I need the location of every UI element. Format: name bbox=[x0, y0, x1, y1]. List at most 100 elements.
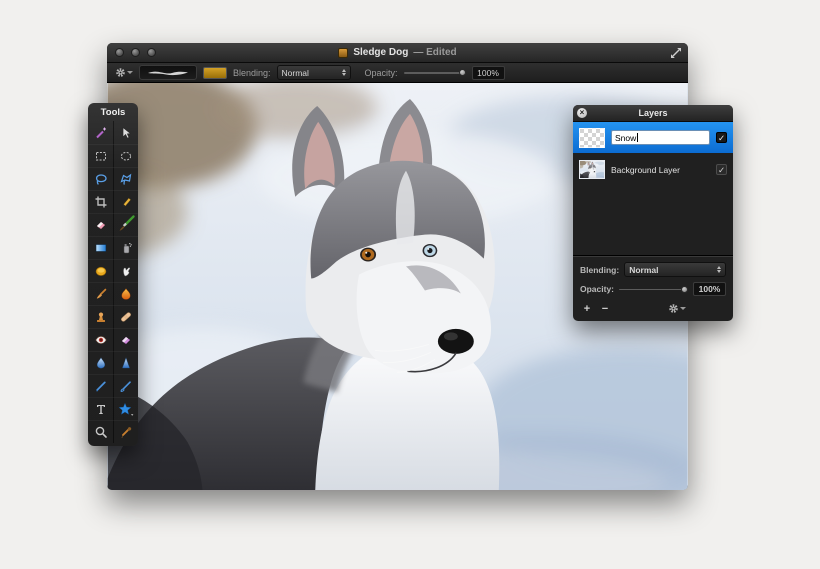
layer-thumbnail-photo bbox=[579, 160, 605, 179]
husky-thumbnail bbox=[580, 161, 604, 178]
remove-layer-button[interactable]: − bbox=[598, 302, 612, 315]
tool-eraser[interactable] bbox=[88, 213, 113, 236]
tools-palette: Tools bbox=[88, 103, 138, 446]
cone-icon bbox=[122, 357, 130, 369]
window-edited-suffix: — Edited bbox=[413, 47, 457, 58]
layers-blending-label: Blending: bbox=[580, 264, 620, 275]
tool-blur[interactable] bbox=[88, 351, 113, 374]
move-cursor-icon bbox=[122, 126, 132, 139]
tool-pen[interactable] bbox=[88, 374, 113, 397]
layers-panel-header[interactable]: × Layers bbox=[573, 105, 733, 122]
zoom-button[interactable] bbox=[147, 48, 156, 57]
slider-knob[interactable] bbox=[681, 285, 688, 293]
slider-track bbox=[403, 72, 466, 74]
tool-spray-can[interactable] bbox=[113, 236, 138, 259]
chevron-down-icon bbox=[127, 71, 133, 74]
tool-pencil[interactable] bbox=[113, 190, 138, 213]
layer-row-snow[interactable]: Snow ✓ bbox=[573, 122, 733, 153]
tool-rectangular-marquee[interactable] bbox=[88, 144, 113, 167]
clone-stamp-icon bbox=[96, 312, 105, 322]
layers-panel: × Layers Snow ✓ Background Layer ✓ Blend… bbox=[573, 105, 733, 321]
layers-panel-controls: Blending: Normal Opacity: 100% bbox=[573, 256, 733, 299]
smudge-hand-icon bbox=[123, 267, 131, 277]
tool-burn[interactable] bbox=[113, 282, 138, 305]
close-icon[interactable]: × bbox=[577, 108, 587, 118]
layer-row-background[interactable]: Background Layer ✓ bbox=[573, 153, 733, 186]
blending-dropdown[interactable]: Normal bbox=[276, 65, 351, 80]
brush-stroke-preview[interactable] bbox=[139, 65, 197, 80]
tool-clone-stamp[interactable] bbox=[88, 305, 113, 328]
smudge-brush-icon bbox=[96, 288, 106, 299]
tool-red-eye[interactable] bbox=[88, 328, 113, 351]
opacity-value: 100% bbox=[471, 65, 505, 80]
layers-opacity-slider[interactable] bbox=[619, 285, 688, 294]
layer-visibility-checkbox[interactable]: ✓ bbox=[716, 132, 727, 143]
tool-lasso[interactable] bbox=[88, 167, 113, 190]
layers-blending-dropdown[interactable]: Normal bbox=[624, 262, 726, 277]
eraser-icon bbox=[96, 221, 105, 230]
chevron-down-icon bbox=[680, 307, 686, 310]
tool-art-eraser[interactable] bbox=[113, 328, 138, 351]
layer-visibility-checkbox[interactable]: ✓ bbox=[716, 164, 727, 175]
gear-icon bbox=[668, 303, 679, 314]
color-swatch[interactable] bbox=[203, 66, 227, 79]
tool-healing[interactable] bbox=[113, 305, 138, 328]
tool-smudge-brush[interactable] bbox=[88, 282, 113, 305]
desktop: Sledge Dog — Edited Blending: Normal Opa… bbox=[0, 0, 820, 569]
tool-settings-button[interactable] bbox=[115, 67, 133, 78]
layers-opacity-label: Opacity: bbox=[580, 284, 615, 294]
tool-options-bar: Blending: Normal Opacity: 100% bbox=[107, 63, 688, 83]
tool-crop[interactable] bbox=[88, 190, 113, 213]
polygonal-lasso-icon bbox=[120, 173, 132, 185]
tool-paint-bucket[interactable] bbox=[88, 259, 113, 282]
opacity-slider[interactable] bbox=[403, 68, 466, 77]
tool-shape[interactable] bbox=[113, 397, 138, 420]
tool-polygonal-lasso[interactable] bbox=[113, 167, 138, 190]
tool-sharpen[interactable] bbox=[113, 351, 138, 374]
lasso-icon bbox=[95, 174, 107, 185]
tool-smudge[interactable] bbox=[113, 259, 138, 282]
bandage-icon bbox=[121, 312, 131, 322]
freeform-pen-icon bbox=[120, 381, 131, 392]
tool-magic-wand[interactable] bbox=[88, 121, 113, 144]
gradient-icon bbox=[95, 244, 106, 252]
layer-settings-button[interactable] bbox=[668, 303, 686, 314]
window-title-text: Sledge Dog bbox=[353, 47, 409, 58]
blending-label: Blending: bbox=[233, 67, 271, 78]
tool-freeform-pen[interactable] bbox=[113, 374, 138, 397]
add-layer-button[interactable]: + bbox=[580, 302, 594, 315]
tool-elliptical-marquee[interactable] bbox=[113, 144, 138, 167]
layer-name-label: Background Layer bbox=[611, 164, 680, 175]
crop-icon bbox=[95, 196, 106, 208]
fullscreen-icon[interactable] bbox=[670, 47, 682, 59]
layers-panel-title: Layers bbox=[638, 108, 668, 118]
elliptical-marquee-icon bbox=[120, 151, 132, 161]
tool-gradient[interactable] bbox=[88, 236, 113, 259]
opacity-label: Opacity: bbox=[364, 67, 398, 78]
layers-list-empty-area bbox=[573, 186, 733, 256]
titlebar[interactable]: Sledge Dog — Edited bbox=[107, 43, 688, 63]
tool-zoom[interactable] bbox=[88, 420, 113, 443]
tool-eyedropper[interactable] bbox=[113, 420, 138, 443]
layers-panel-footer: + − bbox=[573, 299, 733, 321]
close-button[interactable] bbox=[115, 48, 124, 57]
tool-paintbrush[interactable] bbox=[113, 213, 138, 236]
document-icon bbox=[338, 47, 349, 58]
pen-icon bbox=[95, 381, 106, 392]
water-drop-icon bbox=[96, 357, 105, 369]
paint-bucket-icon bbox=[95, 266, 106, 276]
paintbrush-icon bbox=[119, 215, 135, 231]
tool-type[interactable] bbox=[88, 397, 113, 420]
stepper-icon bbox=[717, 266, 721, 273]
tool-move[interactable] bbox=[113, 121, 138, 144]
minimize-button[interactable] bbox=[131, 48, 140, 57]
tools-palette-title: Tools bbox=[100, 107, 126, 118]
layer-name-input[interactable]: Snow bbox=[611, 130, 710, 145]
traffic-lights bbox=[115, 43, 156, 62]
magnifier-icon bbox=[95, 426, 107, 438]
slider-knob[interactable] bbox=[458, 69, 466, 76]
pencil-icon bbox=[122, 197, 131, 207]
star-icon bbox=[118, 402, 134, 416]
layers-opacity-value: 100% bbox=[693, 282, 726, 296]
text-caret bbox=[637, 133, 639, 142]
